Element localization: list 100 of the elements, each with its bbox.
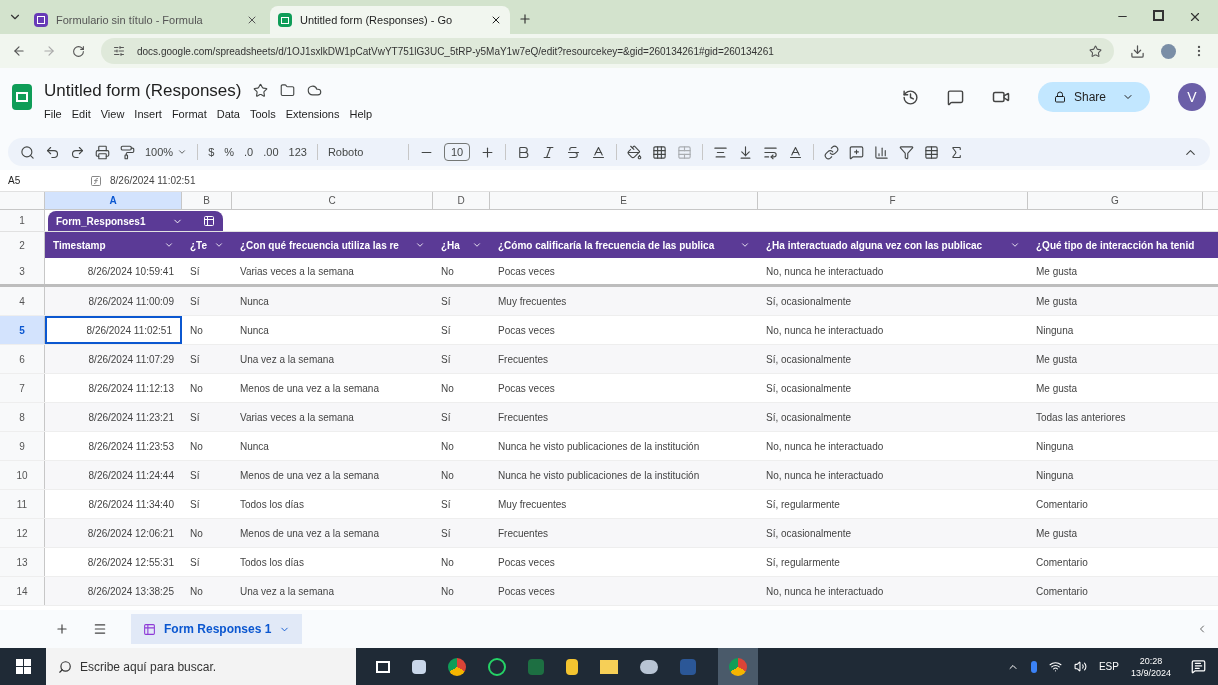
new-tab-icon[interactable] bbox=[518, 12, 532, 26]
menu-item[interactable]: Data bbox=[216, 105, 240, 122]
caret-icon[interactable] bbox=[415, 240, 425, 250]
decrease-decimal[interactable]: .0 bbox=[244, 143, 254, 161]
volume-icon[interactable] bbox=[1073, 660, 1087, 673]
document-title[interactable]: Untitled form (Responses) bbox=[44, 78, 242, 104]
menu-item[interactable]: View bbox=[100, 105, 125, 122]
menu-item[interactable]: File bbox=[44, 105, 62, 122]
row-header[interactable]: 7 bbox=[0, 374, 45, 402]
all-sheets-icon[interactable] bbox=[93, 622, 107, 636]
menu-item[interactable]: Insert bbox=[134, 105, 162, 122]
align-icon[interactable] bbox=[713, 144, 729, 160]
column-header[interactable]: E bbox=[490, 192, 758, 209]
link-icon[interactable] bbox=[824, 144, 840, 160]
menu-item[interactable]: Edit bbox=[71, 105, 91, 122]
task-view-icon[interactable] bbox=[376, 660, 390, 673]
table-icon[interactable] bbox=[203, 215, 215, 227]
table-icon[interactable] bbox=[924, 144, 940, 160]
zoom-select[interactable]: 100% bbox=[145, 143, 188, 161]
rotate-text-icon[interactable] bbox=[788, 144, 804, 160]
column-header[interactable]: A bbox=[45, 192, 182, 209]
column-header[interactable]: G bbox=[1028, 192, 1203, 209]
profile-icon[interactable] bbox=[1161, 43, 1176, 59]
sheet-tab[interactable]: Form Responses 1 bbox=[131, 614, 303, 644]
close-icon[interactable] bbox=[490, 14, 502, 26]
number-format[interactable]: 123 bbox=[288, 143, 307, 161]
column-header[interactable]: D bbox=[433, 192, 490, 209]
column-header[interactable]: C bbox=[232, 192, 433, 209]
chart-icon[interactable] bbox=[874, 144, 890, 160]
menu-item[interactable]: Tools bbox=[249, 105, 276, 122]
row-header[interactable]: 1 bbox=[0, 210, 45, 231]
row-header[interactable]: 13 bbox=[0, 548, 45, 576]
font-size-field[interactable]: 10 bbox=[443, 142, 471, 162]
taskbar-search-field[interactable]: Escribe aquí para buscar. bbox=[46, 648, 356, 685]
fill-color-icon[interactable] bbox=[627, 144, 643, 160]
text-color-icon[interactable] bbox=[591, 144, 607, 160]
chrome-active-icon[interactable] bbox=[718, 648, 758, 685]
menu-item[interactable]: Format bbox=[171, 105, 207, 122]
formula-field[interactable]: 8/26/2024 11:02:51 bbox=[110, 173, 196, 188]
folder-app-icon[interactable] bbox=[600, 659, 618, 674]
network-icon[interactable] bbox=[1048, 660, 1062, 673]
percent-format[interactable]: % bbox=[224, 143, 235, 161]
plus-icon[interactable] bbox=[480, 144, 496, 160]
font-select[interactable]: Roboto bbox=[327, 143, 398, 161]
folder-icon[interactable] bbox=[280, 83, 296, 99]
sheets-logo-icon[interactable] bbox=[12, 84, 32, 110]
close-icon[interactable] bbox=[1188, 10, 1202, 24]
redo-icon[interactable] bbox=[70, 144, 85, 160]
history-icon[interactable] bbox=[901, 88, 919, 106]
maximize-icon[interactable] bbox=[1153, 10, 1164, 21]
print-icon[interactable] bbox=[95, 144, 110, 160]
increase-decimal[interactable]: .00 bbox=[263, 143, 279, 161]
notifications-icon[interactable] bbox=[1191, 659, 1206, 674]
row-header[interactable]: 3 bbox=[0, 258, 45, 284]
comment-add-icon[interactable] bbox=[849, 144, 865, 160]
undo-icon[interactable] bbox=[45, 144, 60, 160]
comment-icon[interactable] bbox=[946, 88, 964, 106]
italic-icon[interactable] bbox=[541, 144, 557, 160]
row-header[interactable]: 5 bbox=[0, 316, 45, 344]
row-header[interactable]: 9 bbox=[0, 432, 45, 460]
caret-icon[interactable] bbox=[164, 240, 174, 250]
caret-icon[interactable] bbox=[214, 240, 224, 250]
table-name-chip[interactable]: Form_Responses1 bbox=[48, 211, 223, 231]
site-settings-icon[interactable] bbox=[113, 45, 125, 57]
caret-icon[interactable] bbox=[1010, 240, 1020, 250]
caret-icon[interactable] bbox=[177, 147, 188, 157]
account-avatar[interactable]: V bbox=[1178, 83, 1206, 111]
chrome-icon[interactable] bbox=[448, 657, 466, 676]
star-icon[interactable] bbox=[253, 83, 269, 99]
row-header[interactable]: 11 bbox=[0, 490, 45, 518]
language-indicator[interactable]: ESP bbox=[1098, 659, 1119, 674]
filter-icon[interactable] bbox=[899, 144, 915, 160]
share-button[interactable]: Share bbox=[1037, 82, 1150, 112]
paint-format-icon[interactable] bbox=[120, 144, 135, 160]
browser-tab[interactable]: Untitled form (Responses) - Go bbox=[270, 6, 510, 34]
menu-item[interactable]: Extensions bbox=[285, 105, 340, 122]
download-icon[interactable] bbox=[1130, 43, 1145, 59]
currency-format[interactable]: $ bbox=[208, 143, 215, 161]
caret-icon[interactable] bbox=[740, 240, 750, 250]
bookmark-icon[interactable] bbox=[1089, 44, 1102, 58]
wrap-icon[interactable] bbox=[763, 144, 779, 160]
clock-date[interactable]: 13/9/2024 bbox=[1130, 666, 1171, 679]
column-header[interactable]: B bbox=[182, 192, 232, 209]
app-icon[interactable] bbox=[640, 659, 658, 674]
cloud-icon[interactable] bbox=[307, 83, 323, 99]
row-header[interactable]: 2 bbox=[0, 232, 45, 258]
name-box[interactable]: A5 bbox=[0, 173, 90, 188]
search-icon[interactable] bbox=[20, 144, 35, 160]
table-cell-text: No bbox=[189, 526, 204, 541]
address-bar[interactable]: docs.google.com/spreadsheets/d/1OJ1sxlkDW1pCatVwYT751lG3UC_5tRP-y5MaY1w7eQ/edit?resourcekey=&gid=260134261#gid=260134261 bbox=[101, 38, 1114, 64]
reload-icon[interactable] bbox=[72, 44, 85, 58]
caret-icon[interactable] bbox=[472, 240, 482, 250]
clock-time[interactable]: 20:28 bbox=[1139, 654, 1163, 667]
borders-icon[interactable] bbox=[652, 144, 668, 160]
add-sheet-icon[interactable] bbox=[55, 622, 69, 636]
back-icon[interactable] bbox=[12, 44, 26, 58]
column-header[interactable]: F bbox=[758, 192, 1028, 209]
browser-tab[interactable]: Formulario sin título - Formula bbox=[26, 6, 266, 34]
strikethrough-icon[interactable] bbox=[566, 144, 582, 160]
menu-item[interactable]: Help bbox=[349, 105, 373, 122]
